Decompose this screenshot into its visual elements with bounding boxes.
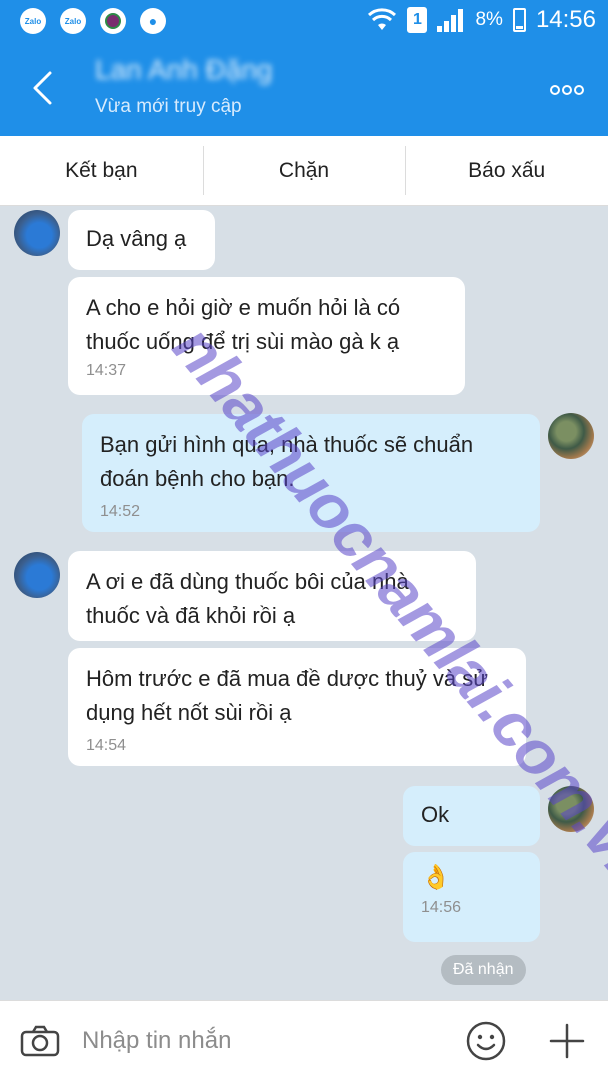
message-bubble-incoming[interactable]: Dạ vâng ạ bbox=[68, 210, 215, 270]
ok-hand-emoji-icon: 👌 bbox=[421, 864, 451, 891]
message-text: Dạ vâng ạ bbox=[86, 226, 187, 251]
contact-action-bar: Kết bạn Chặn Báo xấu bbox=[0, 136, 608, 206]
clock: 14:56 bbox=[535, 6, 596, 33]
message-text: Hôm trước e đã mua đề dược thuỷ và sử dụ… bbox=[86, 666, 488, 725]
status-bar: Zalo Zalo ● 1 8% 14:56 bbox=[0, 0, 608, 42]
message-input-bar: Nhập tin nhắn bbox=[0, 1000, 608, 1080]
chat-header: Lan Anh Đặng Vừa mới truy cập bbox=[0, 42, 608, 136]
my-avatar[interactable] bbox=[548, 413, 594, 459]
emoji-icon[interactable] bbox=[466, 1021, 506, 1061]
my-avatar[interactable] bbox=[548, 786, 594, 832]
battery-icon bbox=[512, 8, 526, 32]
zalo-notification-icon: Zalo bbox=[60, 8, 86, 34]
report-button[interactable]: Báo xấu bbox=[405, 136, 608, 205]
messenger-notification-icon: ● bbox=[140, 8, 166, 34]
contact-status: Vừa mới truy cập bbox=[95, 96, 242, 117]
message-bubble-incoming[interactable]: Hôm trước e đã mua đề dược thuỷ và sử dụ… bbox=[68, 648, 526, 766]
message-bubble-outgoing[interactable]: 👌 14:56 bbox=[403, 852, 540, 942]
message-text: A cho e hỏi giờ e muốn hỏi là có thuốc u… bbox=[86, 295, 401, 354]
more-dots bbox=[550, 85, 584, 95]
message-time: 14:56 bbox=[421, 899, 462, 916]
message-time: 14:52 bbox=[100, 503, 141, 520]
system-status: 1 8% 14:56 bbox=[367, 6, 596, 34]
contact-name[interactable]: Lan Anh Đặng bbox=[95, 54, 273, 86]
wifi-icon bbox=[368, 8, 397, 30]
add-friend-button[interactable]: Kết bạn bbox=[0, 136, 203, 205]
message-bubble-incoming[interactable]: A ơi e đã dùng thuốc bôi của nhà thuốc v… bbox=[68, 551, 476, 641]
app-notification-icon bbox=[100, 8, 126, 34]
more-icon[interactable] bbox=[550, 76, 584, 96]
message-time: 14:54 bbox=[86, 737, 127, 754]
back-icon bbox=[33, 71, 52, 105]
block-button[interactable]: Chặn bbox=[202, 136, 406, 205]
message-bubble-outgoing[interactable]: Ok bbox=[403, 786, 540, 846]
delivered-status-badge: Đã nhận bbox=[441, 955, 526, 985]
zalo-notification-icon: Zalo bbox=[20, 8, 46, 34]
camera-icon[interactable] bbox=[20, 1025, 60, 1057]
message-text: A ơi e đã dùng thuốc bôi của nhà thuốc v… bbox=[86, 569, 409, 628]
contact-avatar[interactable] bbox=[14, 552, 60, 598]
message-input[interactable]: Nhập tin nhắn bbox=[82, 1027, 231, 1055]
sim-icon: 1 bbox=[407, 7, 428, 33]
signal-icon bbox=[437, 8, 465, 32]
message-text: Bạn gửi hình qua, nhà thuốc sẽ chuẩn đoá… bbox=[100, 432, 474, 491]
contact-avatar[interactable] bbox=[14, 210, 60, 256]
notification-icons: Zalo Zalo ● bbox=[20, 8, 166, 34]
message-time: 14:37 bbox=[86, 362, 127, 379]
plus-icon[interactable] bbox=[548, 1021, 586, 1061]
battery-percent: 8% bbox=[475, 9, 503, 30]
message-bubble-incoming[interactable]: A cho e hỏi giờ e muốn hỏi là có thuốc u… bbox=[68, 277, 465, 395]
message-text: Ok bbox=[421, 802, 450, 827]
message-bubble-outgoing[interactable]: Bạn gửi hình qua, nhà thuốc sẽ chuẩn đoá… bbox=[82, 414, 540, 532]
back-button[interactable] bbox=[22, 66, 62, 110]
